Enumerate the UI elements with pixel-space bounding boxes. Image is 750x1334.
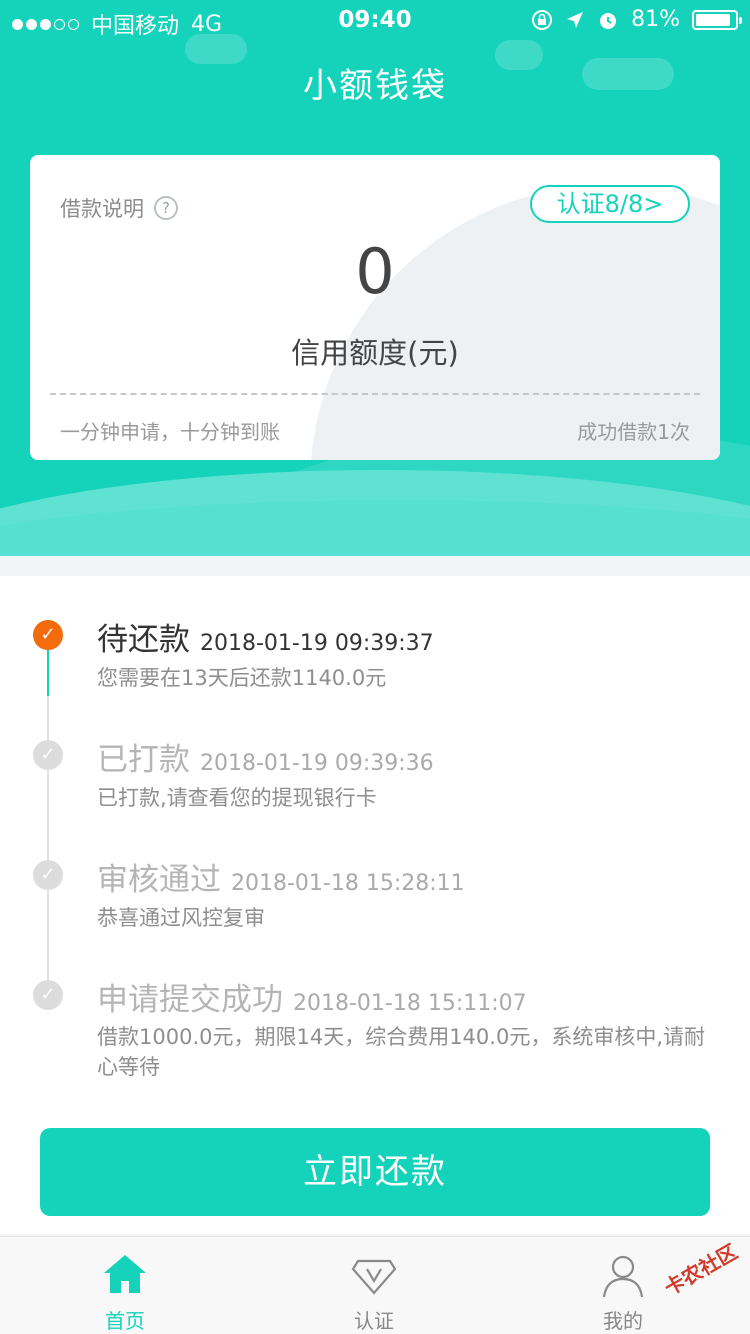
tab-label: 认证 [354,1309,394,1333]
timeline-item-desc: 恭喜通过风控复审 [97,906,265,930]
home-icon [104,1255,146,1293]
credit-card-panel: 借款说明 ? 认证8/8> 0 信用额度(元) 一分钟申请，十分钟到账 成功借款… [30,155,720,460]
check-icon: ✓ [33,860,63,890]
alarm-icon [600,12,617,29]
timeline-item-desc: 借款1000.0元，期限14天，综合费用140.0元，系统审核中,请耐心等待 [97,1025,705,1079]
timeline-item-time: 2018-01-19 09:39:37 [200,631,434,656]
help-icon[interactable]: ? [154,196,178,220]
loan-info-link[interactable]: 借款说明 ? [60,193,178,223]
tab-label: 首页 [105,1309,145,1333]
loan-info-label: 借款说明 [60,197,144,221]
timeline-item-title: 审核通过 2018-01-18 15:28:11 [97,862,465,898]
battery-percent: 81% [631,7,680,32]
user-icon [602,1255,644,1298]
timeline-item-time: 2018-01-18 15:28:11 [231,871,465,896]
timeline-item-desc: 您需要在13天后还款1140.0元 [97,666,387,690]
divider [50,393,700,395]
certification-button[interactable]: 认证8/8> [530,185,690,223]
check-icon: ✓ [33,980,63,1010]
credit-amount: 0 [355,235,395,308]
timeline-item-title: 申请提交成功 2018-01-18 15:11:07 [97,982,527,1018]
tab-home[interactable]: 首页 [50,1237,200,1334]
check-icon: ✓ [33,620,63,650]
slogan-text: 一分钟申请，十分钟到账 [60,420,280,444]
repay-now-button[interactable]: 立即还款 [40,1128,710,1216]
timeline-item-desc: 已打款,请查看您的提现银行卡 [97,786,377,810]
location-icon [567,11,584,28]
credit-amount-label: 信用额度(元) [291,336,459,370]
status-bar: 中国移动 4G 09:40 81% [0,0,750,40]
timeline-item-time: 2018-01-19 09:39:36 [200,751,434,776]
check-icon: ✓ [33,740,63,770]
app-title: 小额钱袋 [303,66,447,106]
tab-label: 我的 [603,1309,643,1333]
rotation-lock-icon [532,9,553,30]
timeline-item-title: 待还款 2018-01-19 09:39:37 [97,622,434,658]
tab-bar: 首页 认证 我的 [0,1236,750,1334]
tab-verify[interactable]: 认证 [299,1237,449,1334]
battery-icon [692,9,742,30]
timeline-item-time: 2018-01-18 15:11:07 [293,991,527,1016]
timeline-item-title: 已打款 2018-01-19 09:39:36 [97,742,434,778]
success-count-text: 成功借款1次 [577,420,690,444]
verify-icon [351,1259,397,1295]
